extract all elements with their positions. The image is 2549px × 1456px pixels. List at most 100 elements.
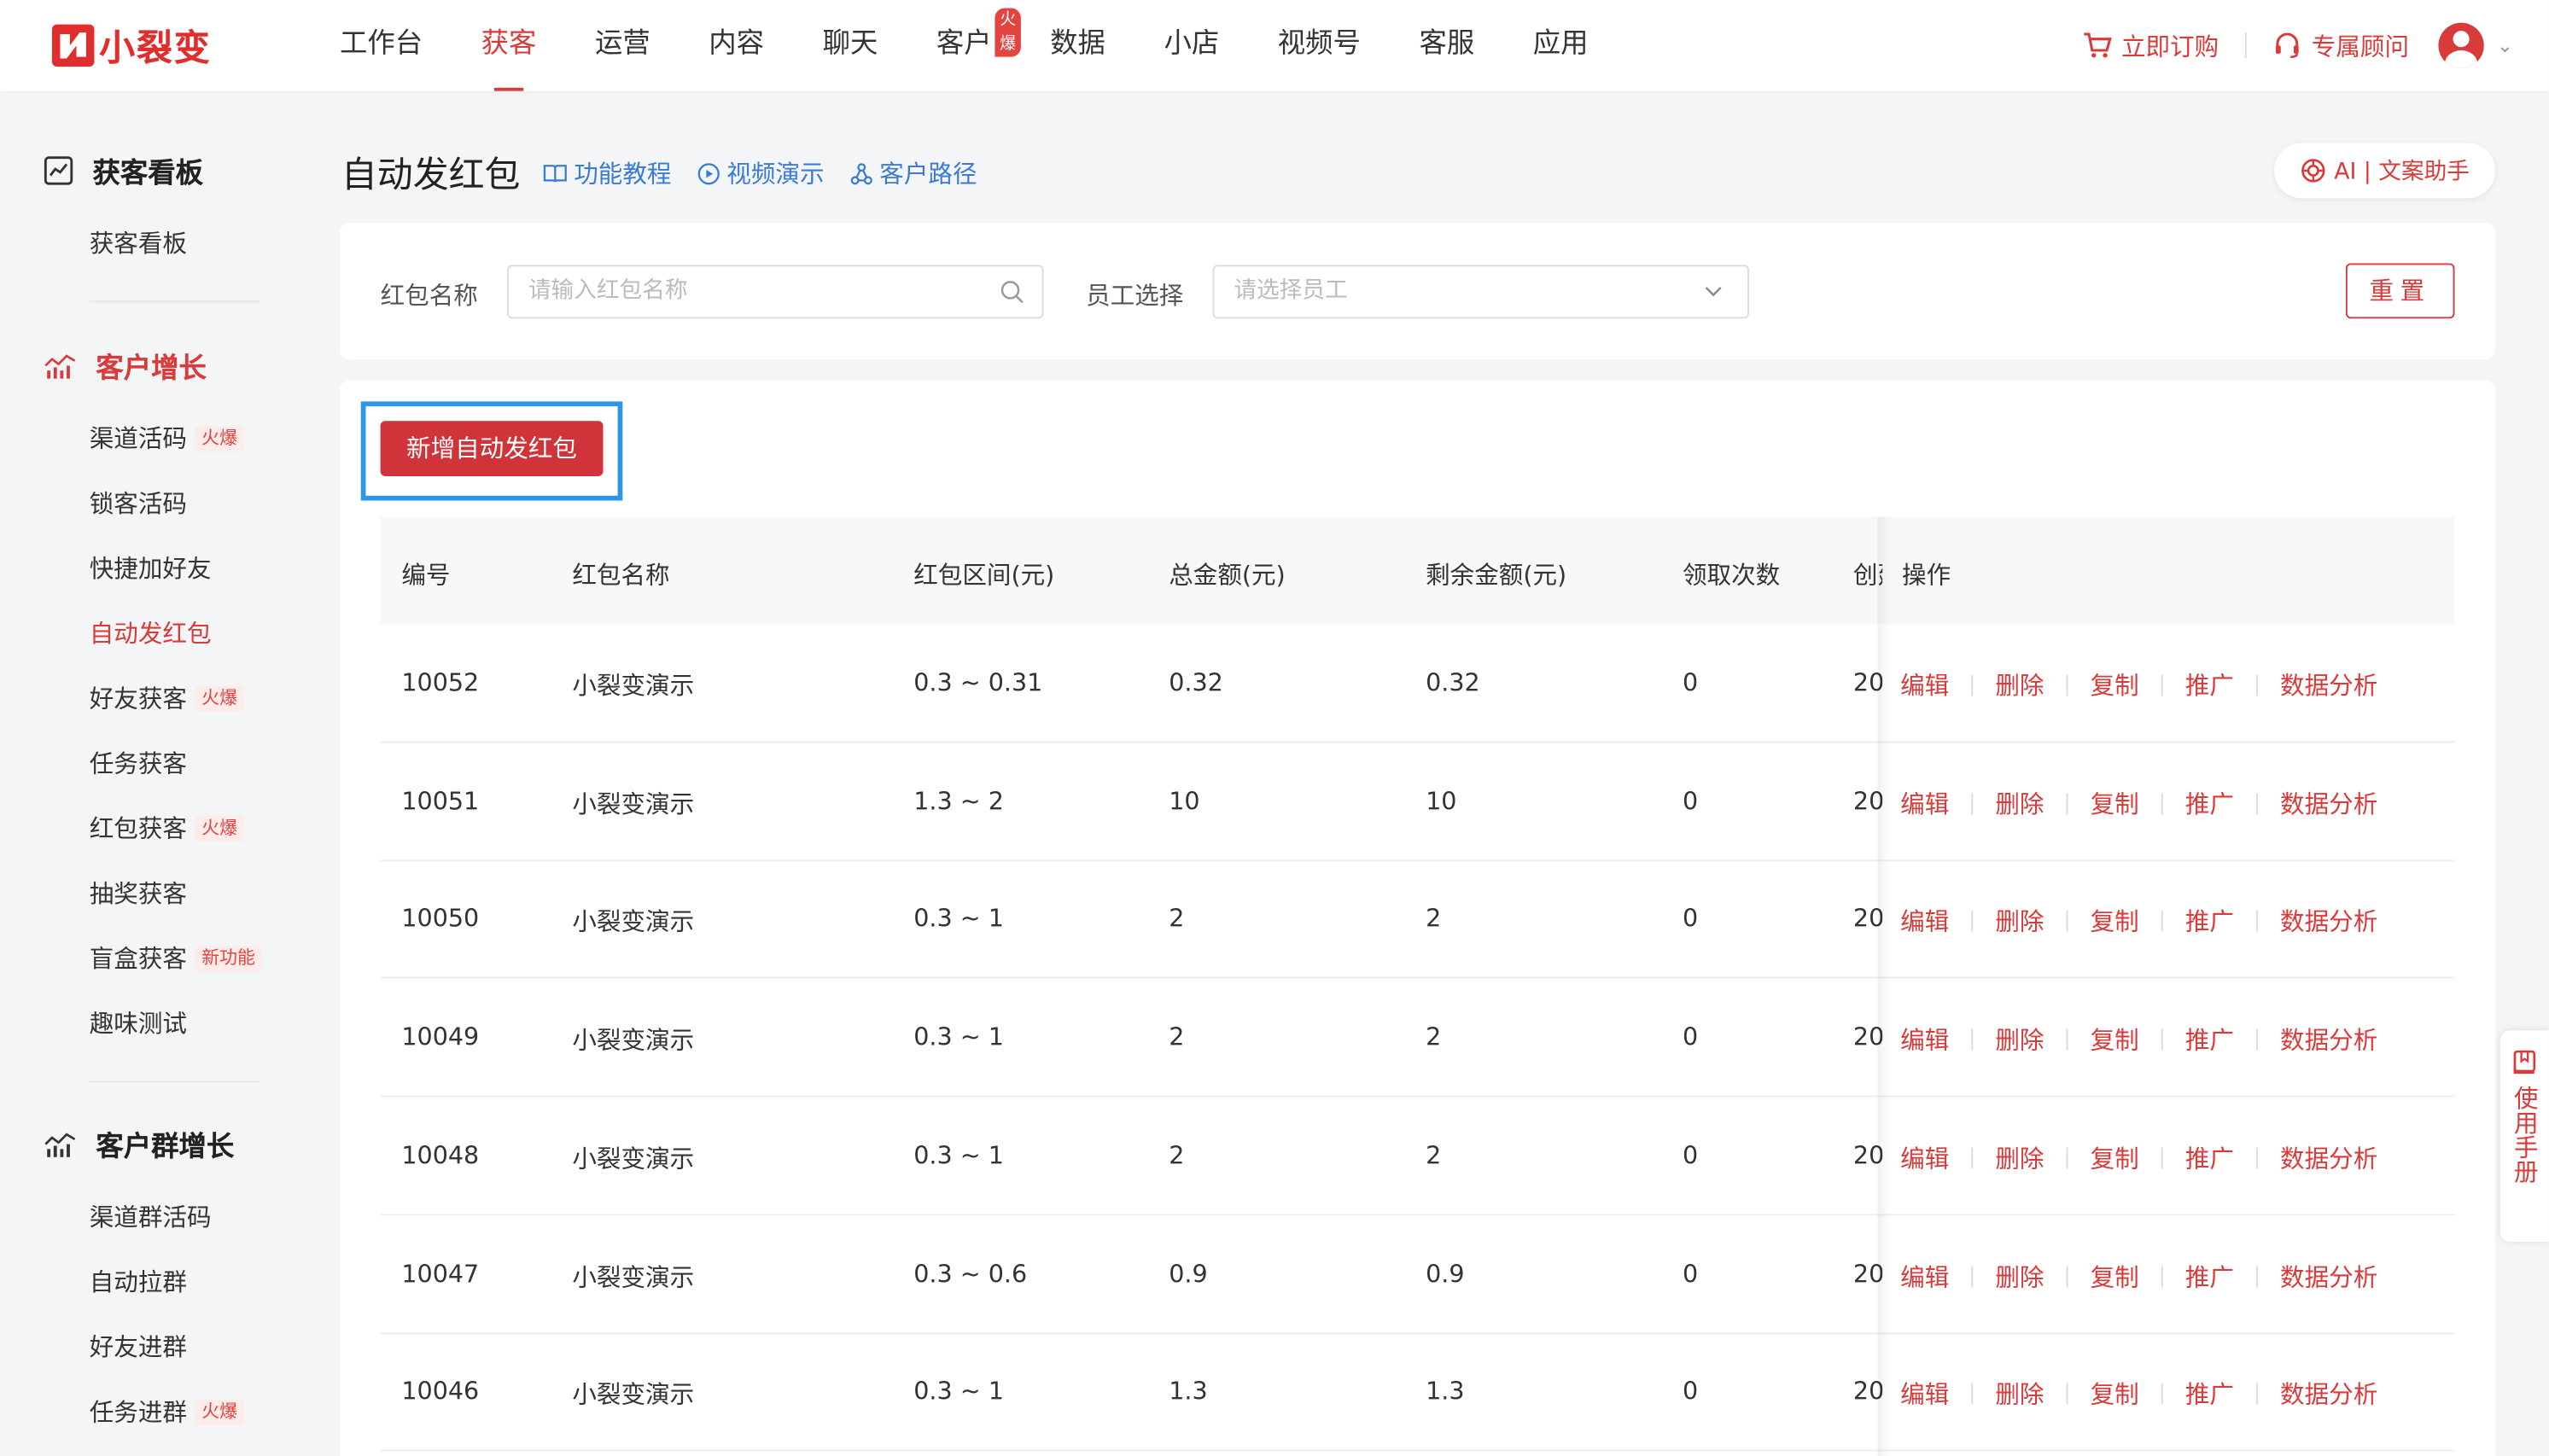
sidebar-item-channel-group-qr[interactable]: 渠道群活码 — [90, 1199, 212, 1233]
edit-link[interactable]: 编辑 — [1900, 786, 1949, 820]
nav-service[interactable]: 客服 — [1419, 0, 1474, 91]
delete-link[interactable]: 删除 — [1995, 786, 2044, 820]
row-actions: 编辑 | 删除 | 复制 | 推广 | 数据分析 — [1900, 1022, 2377, 1057]
chevron-down-icon[interactable]: ⌄ — [2497, 34, 2513, 57]
add-auto-red-packet-button[interactable]: 新增自动发红包 — [380, 421, 604, 476]
nav-chat[interactable]: 聊天 — [823, 0, 878, 91]
delete-link[interactable]: 删除 — [1995, 1377, 2044, 1411]
delete-link[interactable]: 删除 — [1995, 1259, 2044, 1293]
page-title: 自动发红包 — [341, 155, 521, 197]
copy-link[interactable]: 复制 — [2091, 668, 2139, 702]
customer-path-link[interactable]: 客户路径 — [850, 156, 977, 190]
sidebar-item-auto-group[interactable]: 自动拉群 — [90, 1265, 187, 1299]
sidebar-item-lock-qr[interactable]: 锁客活码 — [90, 486, 187, 520]
nav-customer[interactable]: 客户 火爆 — [936, 0, 1021, 91]
action-separator: | — [1969, 1145, 1976, 1170]
promote-link[interactable]: 推广 — [2185, 1022, 2234, 1057]
sidebar-item-fun-quiz[interactable]: 趣味测试 — [90, 1006, 187, 1040]
staff-select[interactable]: 请选择员工 — [1212, 265, 1750, 319]
edit-link[interactable]: 编辑 — [1900, 1022, 1949, 1057]
edit-link[interactable]: 编辑 — [1900, 1140, 1949, 1174]
sidebar-item-quick-add[interactable]: 快捷加好友 — [90, 551, 212, 585]
sidebar-item-red-packet-acquire[interactable]: 红包获客 火爆 — [90, 811, 244, 845]
tutorial-link[interactable]: 功能教程 — [543, 156, 672, 190]
column-header-total[interactable]: 总金额(元) — [1169, 557, 1286, 591]
data-analysis-link[interactable]: 数据分析 — [2280, 786, 2377, 820]
sidebar-item-friend-join-group[interactable]: 好友进群 — [90, 1330, 187, 1364]
avatar[interactable] — [2438, 22, 2484, 68]
headset-icon — [2275, 32, 2299, 58]
copy-link[interactable]: 复制 — [2091, 1140, 2139, 1174]
copy-link[interactable]: 复制 — [2091, 1377, 2139, 1411]
ai-assistant-button[interactable]: AI | 文案助手 — [2274, 143, 2496, 199]
sidebar-item-lottery-acquire[interactable]: 抽奖获客 — [90, 876, 187, 910]
edit-link[interactable]: 编辑 — [1900, 1259, 1949, 1293]
data-analysis-link[interactable]: 数据分析 — [2280, 1259, 2377, 1293]
video-link[interactable]: 视频演示 — [697, 156, 825, 190]
edit-link[interactable]: 编辑 — [1900, 905, 1949, 939]
nav-apps[interactable]: 应用 — [1533, 0, 1589, 91]
cell-name: 小裂变演示 — [572, 1261, 695, 1291]
column-header-claims[interactable]: 领取次数 — [1683, 557, 1780, 591]
customer-path-label: 客户路径 — [879, 159, 977, 189]
action-separator: | — [2158, 673, 2166, 697]
sidebar-item-task-join-group[interactable]: 任务进群 火爆 — [90, 1395, 244, 1429]
column-header-remaining[interactable]: 剩余金额(元) — [1426, 557, 1566, 591]
action-separator: | — [1969, 1382, 1976, 1406]
name-search-input[interactable]: 请输入红包名称 — [507, 265, 1044, 319]
data-analysis-link[interactable]: 数据分析 — [2280, 668, 2377, 702]
delete-link[interactable]: 删除 — [1995, 1022, 2044, 1057]
nav-channels[interactable]: 视频号 — [1278, 0, 1361, 91]
copy-link[interactable]: 复制 — [2091, 1022, 2139, 1057]
promote-link[interactable]: 推广 — [2185, 1377, 2234, 1411]
promote-link[interactable]: 推广 — [2185, 668, 2234, 702]
action-separator: | — [2063, 1382, 2071, 1406]
advisor-link[interactable]: 专属顾问 — [2272, 28, 2409, 62]
data-analysis-link[interactable]: 数据分析 — [2280, 1377, 2377, 1411]
sidebar-item-friend-acquire[interactable]: 好友获客 火爆 — [90, 681, 244, 715]
reset-button[interactable]: 重置 — [2345, 263, 2455, 319]
copy-link[interactable]: 复制 — [2091, 1259, 2139, 1293]
table-row: 10047 小裂变演示 0.3 ~ 0.6 0.9 0.9 0 20 编辑 | 删除 | 复制 | 推广 |… — [380, 1214, 2455, 1334]
column-header-id[interactable]: 编号 — [401, 557, 450, 591]
nav-data[interactable]: 数据 — [1050, 0, 1105, 91]
delete-link[interactable]: 删除 — [1995, 905, 2044, 939]
cell-remaining: 0.32 — [1426, 667, 1480, 697]
edit-link[interactable]: 编辑 — [1900, 668, 1949, 702]
sidebar-item-blind-box[interactable]: 盲盒获客 新功能 — [90, 941, 262, 976]
promote-link[interactable]: 推广 — [2185, 1259, 2234, 1293]
sidebar-group-dashboard[interactable]: 获客看板 — [44, 149, 203, 190]
copy-link[interactable]: 复制 — [2091, 905, 2139, 939]
chart-icon — [44, 155, 73, 184]
action-separator: | — [1969, 673, 1976, 697]
data-analysis-link[interactable]: 数据分析 — [2280, 1140, 2377, 1174]
nav-shop[interactable]: 小店 — [1164, 0, 1219, 91]
cell-total: 0.9 — [1169, 1258, 1208, 1289]
sidebar-item-auto-red-packet[interactable]: 自动发红包 — [90, 616, 212, 650]
data-analysis-link[interactable]: 数据分析 — [2280, 1022, 2377, 1057]
nav-workbench[interactable]: 工作台 — [340, 0, 423, 91]
promote-link[interactable]: 推广 — [2185, 786, 2234, 820]
column-header-range[interactable]: 红包区间(元) — [913, 557, 1054, 591]
delete-link[interactable]: 删除 — [1995, 1140, 2044, 1174]
sidebar-item-channel-qr[interactable]: 渠道活码 火爆 — [90, 421, 244, 455]
promote-link[interactable]: 推广 — [2185, 1140, 2234, 1174]
nav-acquire[interactable]: 获客 — [481, 0, 536, 91]
promote-link[interactable]: 推广 — [2185, 905, 2234, 939]
main-nav: 工作台 获客 运营 内容 聊天 客户 火爆 数据 小店 视频号 客服 应用 — [340, 0, 1647, 91]
buy-now-link[interactable]: 立即订购 — [2082, 28, 2219, 62]
logo[interactable]: 小裂变 — [51, 21, 212, 70]
nav-content[interactable]: 内容 — [709, 0, 764, 91]
edit-link[interactable]: 编辑 — [1900, 1377, 1949, 1411]
copy-link[interactable]: 复制 — [2091, 786, 2139, 820]
sidebar-item-task-acquire[interactable]: 任务获客 — [90, 746, 187, 780]
user-manual-tab[interactable]: 使用手册 — [2499, 1030, 2549, 1242]
sidebar-item-dashboard[interactable]: 获客看板 — [90, 226, 187, 260]
sidebar-group-customer-growth[interactable]: 客户增长 — [44, 345, 207, 385]
search-icon[interactable] — [1000, 280, 1024, 305]
nav-operations[interactable]: 运营 — [595, 0, 650, 91]
sidebar-group-group-growth[interactable]: 客户群增长 — [44, 1123, 234, 1163]
delete-link[interactable]: 删除 — [1995, 668, 2044, 702]
data-analysis-link[interactable]: 数据分析 — [2280, 905, 2377, 939]
column-header-name[interactable]: 红包名称 — [572, 557, 669, 591]
